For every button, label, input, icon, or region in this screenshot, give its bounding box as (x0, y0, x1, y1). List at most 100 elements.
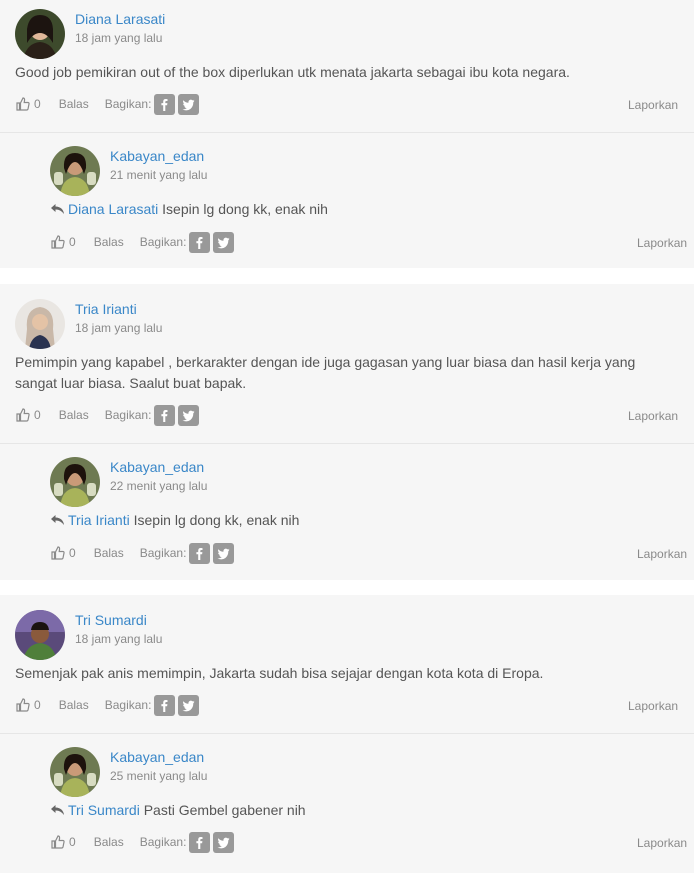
facebook-share-button[interactable] (189, 542, 211, 564)
reply-arrow-icon (51, 204, 64, 214)
reply-comment: Kabayan_edan 21 menit yang lalu Diana La… (0, 132, 694, 268)
reply-button[interactable]: Balas (59, 408, 89, 422)
twitter-share-button[interactable] (178, 93, 200, 115)
avatar[interactable] (15, 299, 65, 349)
reply-text: Isepin lg dong kk, enak nih (162, 201, 328, 217)
like-button[interactable]: 0 (50, 834, 76, 850)
share-label: Bagikan: (104, 97, 152, 111)
share-label: Bagikan: (139, 235, 187, 249)
like-button[interactable]: 0 (50, 545, 76, 561)
facebook-icon (196, 836, 203, 849)
reply-button[interactable]: Balas (94, 835, 124, 849)
reply-author[interactable]: Kabayan_edan (110, 458, 204, 476)
thumbs-up-icon (51, 546, 65, 560)
avatar[interactable] (50, 747, 100, 797)
report-link[interactable]: Laporkan (628, 409, 678, 423)
thumbs-up-icon (16, 698, 30, 712)
reply-actions: 0 Balas Bagikan: (50, 830, 235, 854)
thumbs-up-icon (16, 408, 30, 422)
twitter-share-button[interactable] (213, 231, 235, 253)
like-button[interactable]: 0 (15, 96, 41, 112)
comment-time: 18 jam yang lalu (75, 632, 163, 646)
reply-text-line: Diana Larasati Isepin lg dong kk, enak n… (50, 199, 328, 220)
avatar[interactable] (15, 610, 65, 660)
reply-author[interactable]: Kabayan_edan (110, 748, 204, 766)
facebook-icon (161, 409, 168, 422)
like-button[interactable]: 0 (50, 234, 76, 250)
avatar[interactable] (15, 9, 65, 59)
report-link[interactable]: Laporkan (637, 236, 687, 250)
comment-text: Semenjak pak anis memimpin, Jakarta suda… (15, 665, 544, 681)
twitter-icon (182, 410, 195, 421)
reply-button[interactable]: Balas (94, 235, 124, 249)
reply-arrow-icon (51, 515, 64, 525)
comment-actions: 0 Balas Bagikan: (15, 92, 200, 116)
reply-text: Isepin lg dong kk, enak nih (133, 512, 300, 528)
reply-actions: 0 Balas Bagikan: (50, 541, 235, 565)
like-count: 0 (34, 698, 41, 712)
reply-to-user[interactable]: Tria Irianti (68, 512, 130, 528)
share-label: Bagikan: (104, 698, 152, 712)
facebook-icon (161, 699, 168, 712)
twitter-icon (182, 700, 195, 711)
comment: Diana Larasati 18 jam yang lalu Good job… (0, 0, 694, 132)
facebook-share-button[interactable] (189, 831, 211, 853)
reply-to-user[interactable]: Tri Sumardi (68, 802, 140, 818)
thumbs-up-icon (16, 97, 30, 111)
reply-button[interactable]: Balas (94, 546, 124, 560)
report-link[interactable]: Laporkan (637, 547, 687, 561)
reply-comment: Kabayan_edan 25 menit yang lalu Tri Suma… (0, 733, 694, 873)
twitter-share-button[interactable] (213, 831, 235, 853)
reply-time: 21 menit yang lalu (110, 168, 208, 182)
comment-time: 18 jam yang lalu (75, 321, 163, 335)
comment-card: Diana Larasati 18 jam yang lalu Good job… (0, 0, 694, 268)
facebook-icon (196, 547, 203, 560)
thumbs-up-icon (51, 235, 65, 249)
facebook-icon (161, 98, 168, 111)
comment-time: 18 jam yang lalu (75, 31, 163, 45)
twitter-icon (182, 99, 195, 110)
facebook-share-button[interactable] (189, 231, 211, 253)
reply-time: 25 menit yang lalu (110, 769, 208, 783)
report-link[interactable]: Laporkan (637, 836, 687, 850)
like-button[interactable]: 0 (15, 407, 41, 423)
comment-card: Tri Sumardi 18 jam yang lalu Semenjak pa… (0, 595, 694, 873)
comment-card: Tria Irianti 18 jam yang lalu Pemimpin y… (0, 284, 694, 580)
reply-button[interactable]: Balas (59, 97, 89, 111)
twitter-share-button[interactable] (178, 404, 200, 426)
comment: Tri Sumardi 18 jam yang lalu Semenjak pa… (0, 595, 694, 733)
reply-comment: Kabayan_edan 22 menit yang lalu Tria Iri… (0, 443, 694, 580)
comment-text: Pemimpin yang kapabel , berkarakter deng… (15, 354, 636, 391)
reply-arrow-icon (51, 805, 64, 815)
reply-text: Pasti Gembel gabener nih (143, 802, 306, 818)
reply-text-line: Tria Irianti Isepin lg dong kk, enak nih (50, 510, 299, 531)
reply-time: 22 menit yang lalu (110, 479, 208, 493)
facebook-share-button[interactable] (154, 404, 176, 426)
facebook-share-button[interactable] (154, 694, 176, 716)
thumbs-up-icon (51, 835, 65, 849)
reply-author[interactable]: Kabayan_edan (110, 147, 204, 165)
comment-author[interactable]: Tri Sumardi (75, 611, 147, 629)
twitter-icon (217, 548, 230, 559)
twitter-share-button[interactable] (178, 694, 200, 716)
like-count: 0 (34, 97, 41, 111)
reply-to-user[interactable]: Diana Larasati (68, 201, 158, 217)
comment-author[interactable]: Diana Larasati (75, 10, 165, 28)
share-label: Bagikan: (139, 546, 187, 560)
reply-text-line: Tri Sumardi Pasti Gembel gabener nih (50, 800, 306, 821)
reply-button[interactable]: Balas (59, 698, 89, 712)
avatar[interactable] (50, 457, 100, 507)
facebook-share-button[interactable] (154, 93, 176, 115)
like-count: 0 (69, 835, 76, 849)
report-link[interactable]: Laporkan (628, 98, 678, 112)
comment-author[interactable]: Tria Irianti (75, 300, 137, 318)
share-label: Bagikan: (139, 835, 187, 849)
twitter-icon (217, 237, 230, 248)
twitter-icon (217, 837, 230, 848)
twitter-share-button[interactable] (213, 542, 235, 564)
like-button[interactable]: 0 (15, 697, 41, 713)
comment-actions: 0 Balas Bagikan: (15, 403, 200, 427)
report-link[interactable]: Laporkan (628, 699, 678, 713)
avatar[interactable] (50, 146, 100, 196)
comment: Tria Irianti 18 jam yang lalu Pemimpin y… (0, 284, 694, 443)
